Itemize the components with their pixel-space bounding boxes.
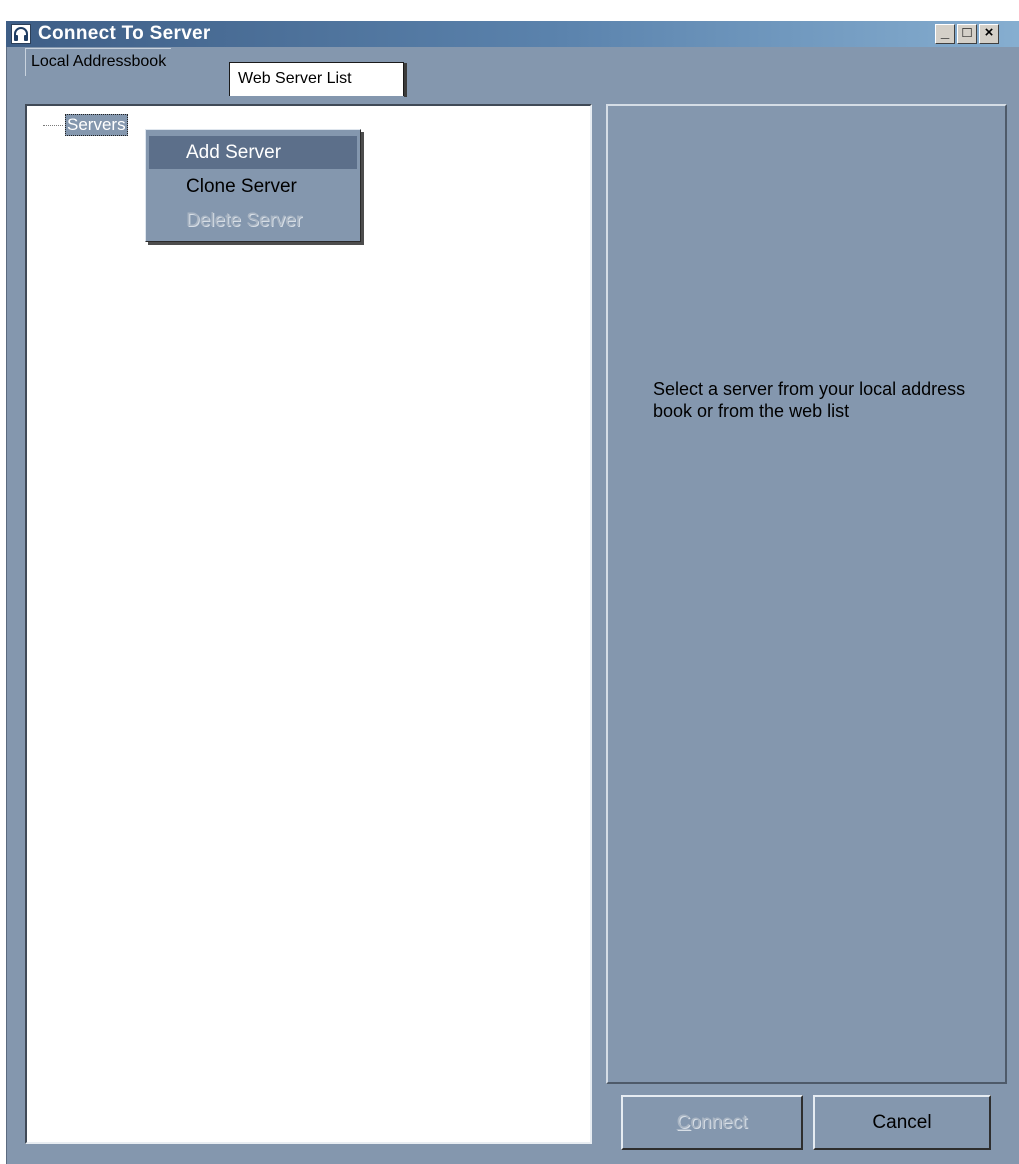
server-tree[interactable]: Servers [25, 104, 592, 1144]
cancel-button[interactable]: Cancel [813, 1095, 991, 1150]
tab-local-addressbook[interactable]: Local Addressbook [25, 48, 172, 76]
context-menu: Add Server Clone Server Delete Server [145, 129, 361, 242]
window-title: Connect To Server [38, 23, 211, 44]
menu-item-add-server[interactable]: Add Server [149, 136, 357, 169]
server-details-panel: Select a server from your local address … [606, 104, 1007, 1084]
select-server-message: Select a server from your local address … [653, 379, 966, 421]
menu-item-clone-server[interactable]: Clone Server [149, 170, 357, 203]
connect-label-rest: onnect [690, 1112, 748, 1133]
close-button[interactable]: × [979, 24, 999, 44]
tree-node-label[interactable]: Servers [65, 114, 128, 136]
tab-web-server-list[interactable]: Web Server List [229, 62, 407, 97]
connect-mnemonic: C [676, 1112, 691, 1133]
maximize-button[interactable]: □ [957, 24, 977, 44]
menu-item-delete-server: Delete Server [186, 210, 303, 231]
title-bar[interactable]: Connect To Server _ □ × [6, 21, 1019, 47]
minimize-button[interactable]: _ [935, 24, 955, 44]
tree-connector-line [43, 125, 63, 126]
connect-button: Connect [621, 1095, 803, 1150]
headphones-icon [11, 24, 31, 44]
